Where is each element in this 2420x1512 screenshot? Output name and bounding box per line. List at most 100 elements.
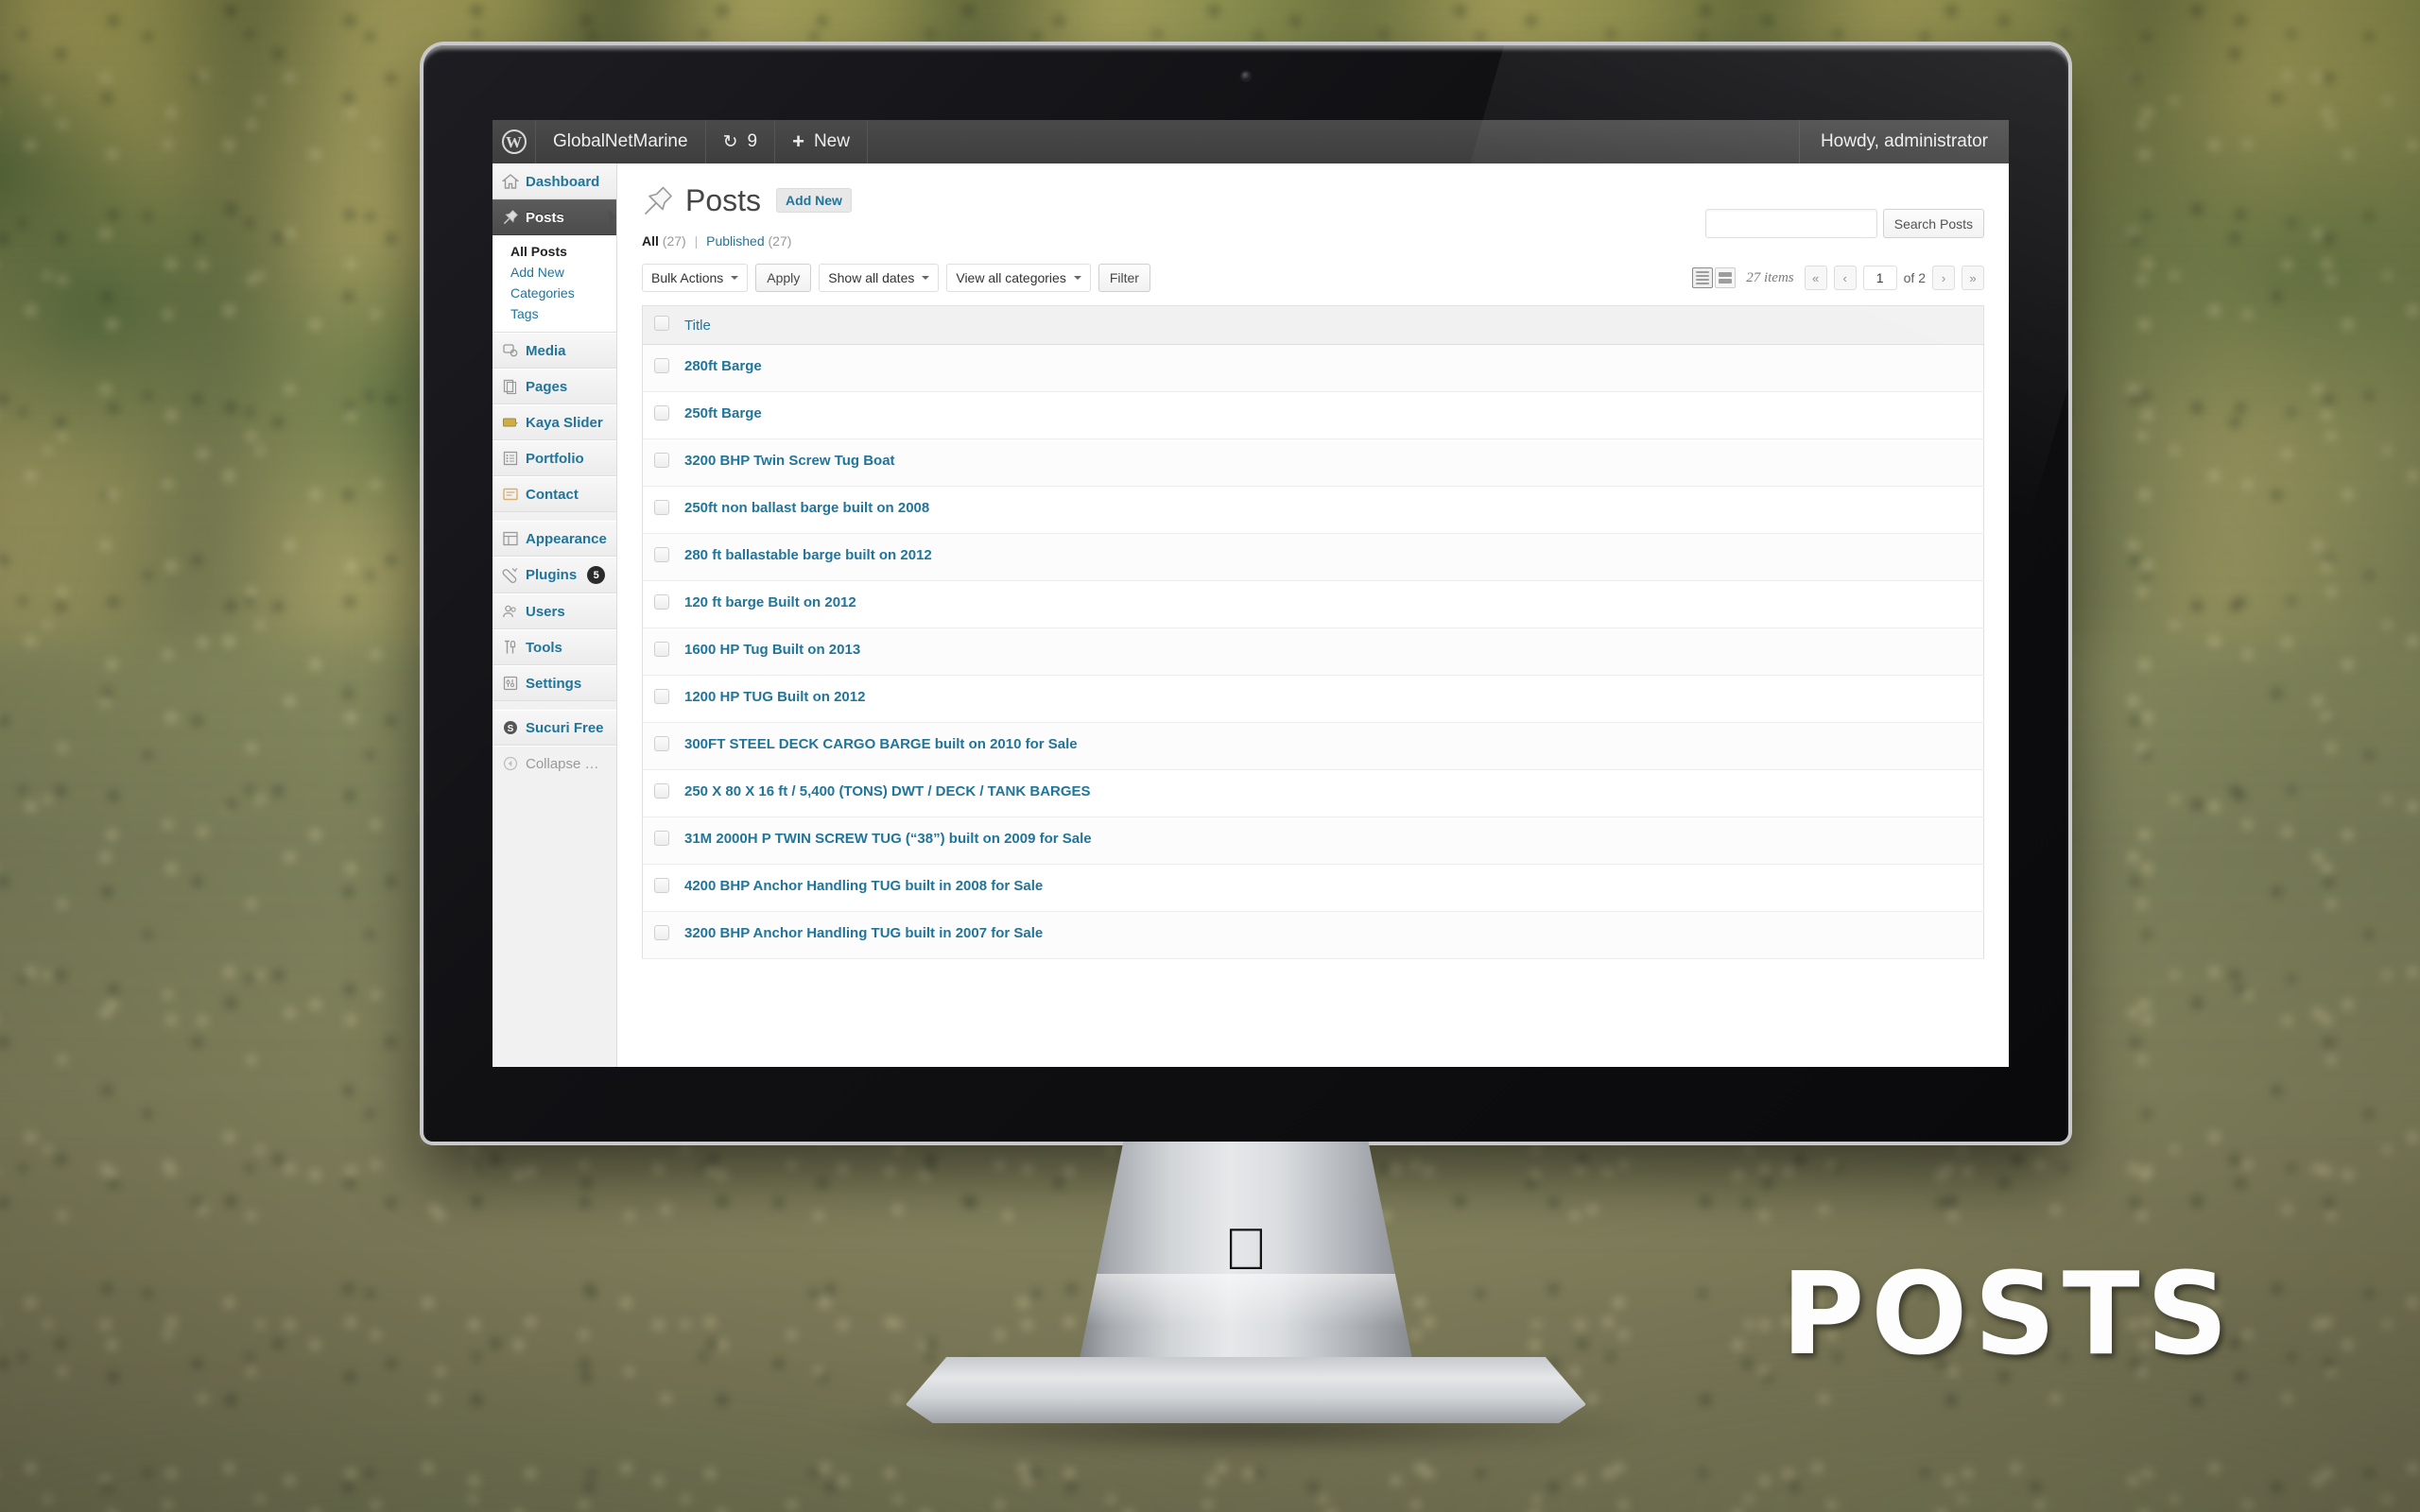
row-checkbox[interactable] xyxy=(654,453,669,468)
row-checkbox[interactable] xyxy=(654,547,669,562)
excerpt-view-icon[interactable] xyxy=(1715,267,1737,288)
filter-published[interactable]: Published xyxy=(706,233,765,249)
plugins-icon xyxy=(502,567,519,584)
table-row[interactable]: 3200 BHP Twin Screw Tug Boat xyxy=(642,438,1984,487)
submenu-item-categories[interactable]: Categories xyxy=(493,283,616,303)
row-checkbox[interactable] xyxy=(654,878,669,893)
posts-submenu: All Posts Add New Categories Tags xyxy=(493,235,616,333)
post-title-link[interactable]: 120 ft barge Built on 2012 xyxy=(684,594,856,610)
submenu-item-tags[interactable]: Tags xyxy=(493,303,616,324)
search-posts-button[interactable]: Search Posts xyxy=(1882,209,1984,238)
table-row[interactable]: 280 ft ballastable barge built on 2012 xyxy=(642,533,1984,581)
row-select-cell xyxy=(642,769,677,817)
current-page-input[interactable] xyxy=(1862,266,1897,290)
post-title-link[interactable]: 3200 BHP Anchor Handling TUG built in 20… xyxy=(684,925,1043,941)
post-title-link[interactable]: 31M 2000H P TWIN SCREW TUG (“38”) built … xyxy=(684,831,1092,847)
sidebar-item-label: Portfolio xyxy=(526,450,584,467)
admin-sidebar-menu: Dashboard Posts All Posts Add New Catego… xyxy=(493,163,617,1067)
posts-table-head: Title xyxy=(642,305,1984,345)
post-title-link[interactable]: 250ft non ballast barge built on 2008 xyxy=(684,500,929,516)
row-checkbox[interactable] xyxy=(654,736,669,751)
submenu-item-all-posts[interactable]: All Posts xyxy=(493,241,616,262)
contact-icon xyxy=(502,486,519,503)
next-page-button[interactable]: › xyxy=(1932,266,1955,290)
posts-page-content: Posts Add New Search Posts All (27) | Pu… xyxy=(617,163,2009,1067)
sidebar-item-posts[interactable]: Posts xyxy=(493,199,616,235)
post-title-link[interactable]: 280ft Barge xyxy=(684,358,762,374)
sidebar-item-dashboard[interactable]: Dashboard xyxy=(493,163,616,199)
row-checkbox[interactable] xyxy=(654,405,669,421)
wp-body: Dashboard Posts All Posts Add New Catego… xyxy=(493,163,2009,1067)
bulk-actions-select[interactable]: Bulk Actions xyxy=(642,264,749,292)
post-title-link[interactable]: 1600 HP Tug Built on 2013 xyxy=(684,642,860,658)
filter-button[interactable]: Filter xyxy=(1098,264,1150,292)
view-switcher xyxy=(1692,267,1737,288)
filter-all[interactable]: All xyxy=(642,233,659,249)
table-row[interactable]: 250 X 80 X 16 ft / 5,400 (TONS) DWT / DE… xyxy=(642,769,1984,817)
wordpress-logo-button[interactable]: W xyxy=(493,120,536,163)
post-title-link[interactable]: 250 X 80 X 16 ft / 5,400 (TONS) DWT / DE… xyxy=(684,783,1091,799)
updates-menu[interactable]: ↻ 9 xyxy=(706,120,776,163)
sidebar-item-contact[interactable]: Contact xyxy=(493,476,616,512)
sidebar-item-kaya-slider[interactable]: Kaya Slider xyxy=(493,404,616,440)
post-title-link[interactable]: 4200 BHP Anchor Handling TUG built in 20… xyxy=(684,878,1043,894)
filter-published-count: (27) xyxy=(768,233,792,249)
row-checkbox[interactable] xyxy=(654,642,669,657)
column-header-title[interactable]: Title xyxy=(677,305,1984,345)
collapse-menu-button[interactable]: Collapse menu xyxy=(493,746,616,781)
table-row[interactable]: 31M 2000H P TWIN SCREW TUG (“38”) built … xyxy=(642,816,1984,865)
prev-page-button[interactable]: ‹ xyxy=(1833,266,1857,290)
post-title-link[interactable]: 250ft Barge xyxy=(684,405,762,421)
add-new-button[interactable]: Add New xyxy=(776,188,852,213)
sidebar-item-appearance[interactable]: Appearance xyxy=(493,521,616,557)
post-title-link[interactable]: 300FT STEEL DECK CARGO BARGE built on 20… xyxy=(684,736,1078,752)
first-page-button[interactable]: « xyxy=(1804,266,1827,290)
account-menu[interactable]: Howdy, administrator xyxy=(1798,120,2009,163)
category-filter-select[interactable]: View all categories xyxy=(946,264,1091,292)
post-title-link[interactable]: 1200 HP TUG Built on 2012 xyxy=(684,689,865,705)
post-title-cell: 280 ft ballastable barge built on 2012 xyxy=(677,533,1984,581)
sidebar-item-portfolio[interactable]: Portfolio xyxy=(493,440,616,476)
post-title-link[interactable]: 3200 BHP Twin Screw Tug Boat xyxy=(684,453,895,469)
row-checkbox[interactable] xyxy=(654,831,669,846)
sidebar-item-tools[interactable]: Tools xyxy=(493,629,616,665)
sidebar-item-users[interactable]: Users xyxy=(493,593,616,629)
row-select-cell xyxy=(642,391,677,439)
search-input[interactable] xyxy=(1704,209,1877,238)
row-select-cell xyxy=(642,864,677,912)
table-row[interactable]: 4200 BHP Anchor Handling TUG built in 20… xyxy=(642,864,1984,912)
table-row[interactable]: 300FT STEEL DECK CARGO BARGE built on 20… xyxy=(642,722,1984,770)
last-page-button[interactable]: » xyxy=(1962,266,1984,290)
table-row[interactable]: 1200 HP TUG Built on 2012 xyxy=(642,675,1984,723)
apply-button[interactable]: Apply xyxy=(755,264,812,292)
table-row[interactable]: 280ft Barge xyxy=(642,344,1984,392)
row-checkbox[interactable] xyxy=(654,500,669,515)
row-select-cell xyxy=(642,438,677,487)
sidebar-item-media[interactable]: Media xyxy=(493,333,616,369)
post-title-link[interactable]: 280 ft ballastable barge built on 2012 xyxy=(684,547,932,563)
sidebar-item-settings[interactable]: Settings xyxy=(493,665,616,701)
row-checkbox[interactable] xyxy=(654,689,669,704)
new-content-menu[interactable]: + New xyxy=(775,120,868,163)
sidebar-item-pages[interactable]: Pages xyxy=(493,369,616,404)
submenu-item-add-new[interactable]: Add New xyxy=(493,262,616,283)
row-checkbox[interactable] xyxy=(654,783,669,799)
date-filter-select[interactable]: Show all dates xyxy=(819,264,940,292)
sidebar-item-label: Contact xyxy=(526,486,579,503)
row-select-cell xyxy=(642,675,677,723)
sidebar-item-plugins[interactable]: Plugins 5 xyxy=(493,557,616,593)
collapse-menu-label: Collapse menu xyxy=(526,755,609,772)
table-row[interactable]: 3200 BHP Anchor Handling TUG built in 20… xyxy=(642,911,1984,959)
list-view-icon[interactable] xyxy=(1692,267,1714,288)
row-checkbox[interactable] xyxy=(654,925,669,940)
table-row[interactable]: 120 ft barge Built on 2012 xyxy=(642,580,1984,628)
site-name-menu[interactable]: GlobalNetMarine xyxy=(536,120,706,163)
table-row[interactable]: 250ft Barge xyxy=(642,391,1984,439)
table-row[interactable]: 1600 HP Tug Built on 2013 xyxy=(642,627,1984,676)
table-row[interactable]: 250ft non ballast barge built on 2008 xyxy=(642,486,1984,534)
row-checkbox[interactable] xyxy=(654,358,669,373)
post-title-cell: 250ft non ballast barge built on 2008 xyxy=(677,486,1984,534)
select-all-checkbox[interactable] xyxy=(654,316,669,331)
sidebar-item-sucuri-free[interactable]: S Sucuri Free xyxy=(493,710,616,746)
row-checkbox[interactable] xyxy=(654,594,669,610)
